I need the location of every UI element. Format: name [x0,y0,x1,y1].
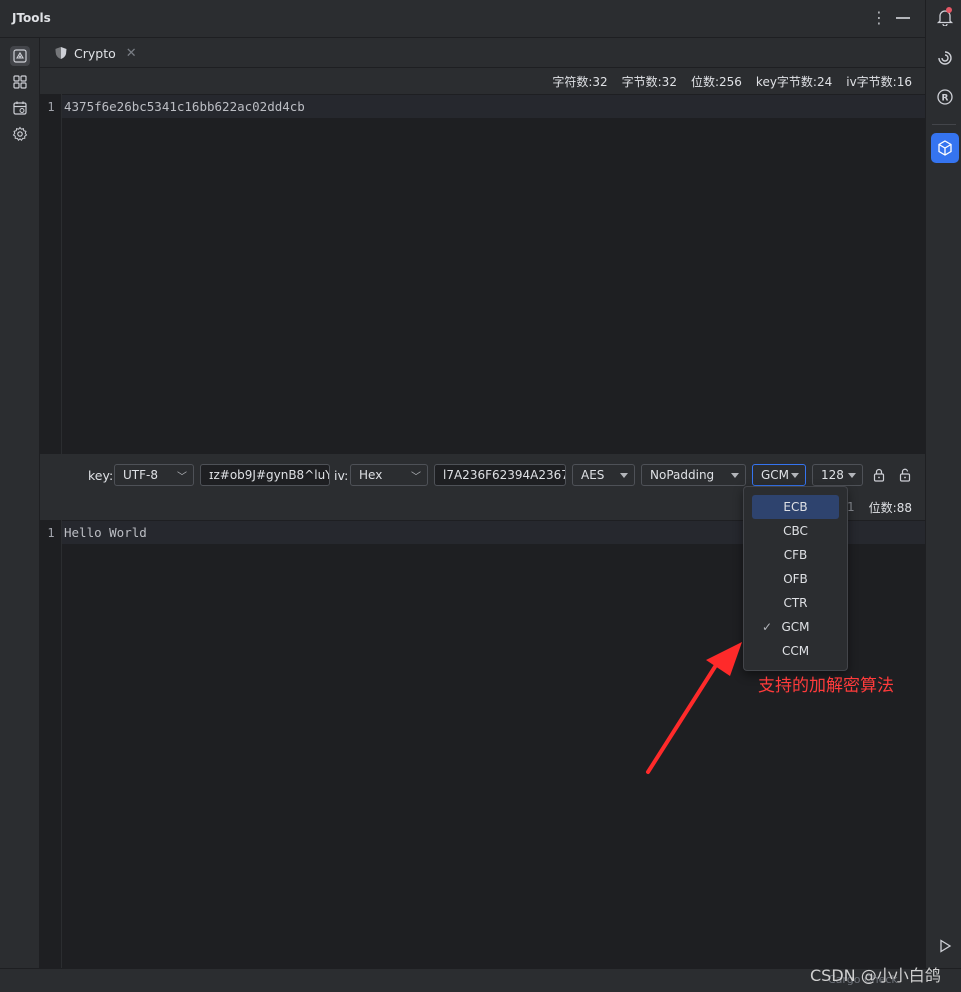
shield-icon [55,47,67,59]
bit-count: 位数:256 [690,74,742,89]
key-encoding-select[interactable]: UTF-8 ﹀ [114,464,194,486]
bit-count: 位数:88 [868,500,912,515]
dropdown-item-gcm[interactable]: ✓ GCM [752,615,839,639]
ciphertext-text[interactable]: 4375f6e26bc5341c16bb622ac02dd4cb [64,99,305,114]
watermark: CSDN @小小白鸽 [810,966,941,985]
algorithm-select[interactable]: AES [572,464,635,486]
key-size-select[interactable]: 128 [812,464,863,486]
left-toolbar [0,38,40,968]
grid-tools-icon[interactable] [10,72,30,92]
iv-byte-count: iv字节数:16 [846,74,912,89]
app-title: JTools [12,11,51,25]
line-number: 1 [47,100,55,114]
mode-select[interactable]: GCM [752,464,806,486]
dropdown-arrow-icon [620,472,628,478]
iv-label: iv: [334,468,349,483]
right-toolbar: R [925,0,961,968]
dropdown-arrow-icon [848,472,856,478]
annotation-text: 支持的加解密算法 [758,676,894,696]
chevron-down-icon: ﹀ [411,471,421,483]
editor-top-gutter [40,94,62,454]
decrypt-unlock-icon[interactable] [897,467,913,483]
more-options-icon[interactable]: ⋮ [871,9,887,27]
dropdown-item-ctr[interactable]: CTR [752,591,839,615]
crypto-tool-icon[interactable] [10,46,30,66]
input-stats-bar: 字符数:32 字节数:32 位数:256 key字节数:24 iv字节数:16 [40,68,925,94]
key-byte-count: key字节数:24 [755,74,833,89]
key-label: key: [88,468,114,483]
plaintext-text[interactable]: Hello World [64,525,147,540]
jtools-cube-icon[interactable] [931,133,959,163]
toolbar-separator [932,124,956,125]
dropdown-item-cfb[interactable]: CFB [752,543,839,567]
encrypt-lock-icon[interactable] [871,467,887,483]
iv-encoding-select[interactable]: Hex ﹀ [350,464,428,486]
line-number: 1 [47,526,55,540]
checkmark-icon: ✓ [762,620,773,634]
padding-select[interactable]: NoPadding [641,464,746,486]
dropdown-item-ccm[interactable]: CCM [752,639,839,663]
byte-count: 字节数:32 [621,74,677,89]
settings-gear-icon[interactable] [10,124,30,144]
tab-label: Crypto [74,45,116,61]
dropdown-arrow-icon [791,472,799,478]
dropdown-item-cbc[interactable]: CBC [752,519,839,543]
close-tab-icon[interactable]: ✕ [126,46,137,61]
mode-dropdown-menu: ECB CBC CFB OFB CTR ✓ GCM CCM [743,486,848,671]
calendar-icon[interactable] [10,98,30,118]
tab-crypto[interactable]: Crypto ✕ [50,38,141,68]
key-input[interactable]: ɪz#ob9J#gynB8^luY [200,464,330,486]
minimize-icon[interactable] [896,17,910,19]
ciphertext-editor[interactable] [62,94,925,454]
iv-input[interactable]: l7A236F62394A2367 [434,464,566,486]
dropdown-item-ofb[interactable]: OFB [752,567,839,591]
chevron-down-icon: ﹀ [177,471,187,483]
svg-text:R: R [942,94,949,104]
run-play-icon[interactable] [934,935,956,957]
ai-assistant-swirl-icon[interactable] [934,47,956,69]
char-count: 字符数:32 [552,74,608,89]
dropdown-item-ecb[interactable]: ECB [752,495,839,519]
rust-icon[interactable]: R [934,86,956,108]
tab-bar: Crypto ✕ [40,38,925,68]
notification-badge [946,7,952,13]
dropdown-arrow-icon [731,472,739,478]
editor-bottom-gutter [40,520,62,968]
title-bar [0,0,925,38]
notifications-bell-icon[interactable] [934,6,956,28]
annotation-arrow [646,642,742,774]
